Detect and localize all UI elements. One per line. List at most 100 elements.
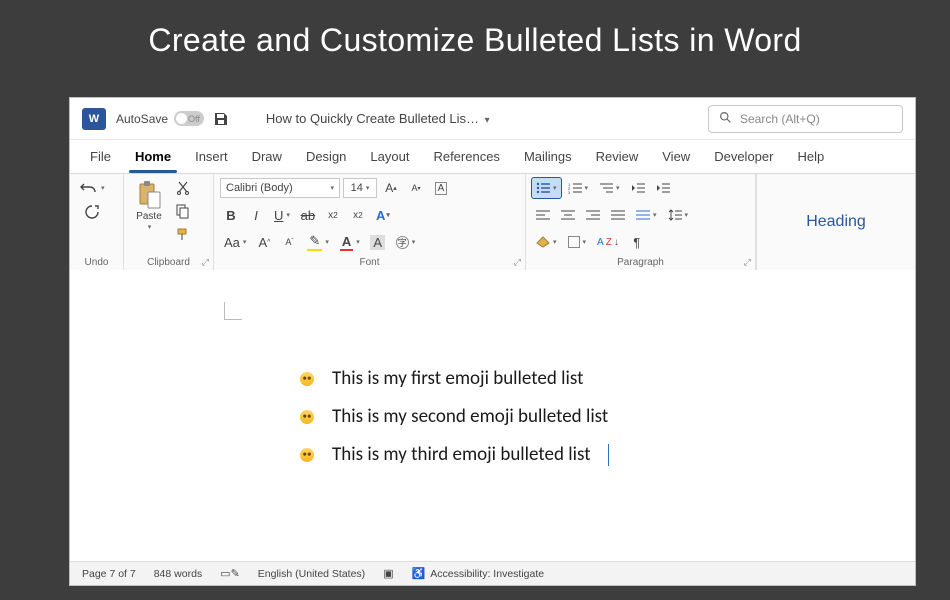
group-undo: ▾ Undo <box>70 174 124 270</box>
text-cursor <box>608 444 609 466</box>
document-canvas[interactable]: •• This is my first emoji bulleted list … <box>70 270 915 561</box>
tab-help[interactable]: Help <box>785 140 836 173</box>
emoji-bullet-icon: •• <box>300 448 314 462</box>
tab-view[interactable]: View <box>650 140 702 173</box>
list-item-text: This is my second emoji bulleted list <box>332 398 608 436</box>
emoji-bullet-icon: •• <box>300 410 314 424</box>
grow-font-button[interactable]: A▴ <box>380 178 402 198</box>
spellcheck-icon: ▭✎ <box>220 567 240 580</box>
search-input[interactable]: Search (Alt+Q) <box>708 105 903 133</box>
tab-insert[interactable]: Insert <box>183 140 240 173</box>
title-bar: W AutoSave Off How to Quickly Create Bul… <box>70 98 915 140</box>
status-accessibility[interactable]: ♿Accessibility: Investigate <box>412 567 545 580</box>
tab-references[interactable]: References <box>421 140 511 173</box>
group-label-paragraph: Paragraph⤢ <box>532 255 749 268</box>
word-window: W AutoSave Off How to Quickly Create Bul… <box>70 98 915 585</box>
numbered-list-button[interactable]: 123▾ <box>564 178 593 198</box>
shrink-font-button[interactable]: A▾ <box>405 178 427 198</box>
group-label-clipboard: Clipboard⤢ <box>130 255 207 268</box>
enclose-characters-button[interactable]: 字▾ <box>392 232 420 252</box>
toggle-switch-icon[interactable] <box>174 111 204 126</box>
search-placeholder: Search (Alt+Q) <box>740 112 820 126</box>
tab-review[interactable]: Review <box>584 140 651 173</box>
align-left-button[interactable] <box>532 205 554 225</box>
italic-button[interactable]: I <box>245 205 267 225</box>
list-item[interactable]: •• This is my first emoji bulleted list <box>300 360 835 398</box>
underline-button[interactable]: U▾ <box>270 205 294 225</box>
tab-design[interactable]: Design <box>294 140 358 173</box>
undo-button[interactable]: ▾ <box>76 178 109 198</box>
format-painter-button[interactable] <box>172 224 194 244</box>
paste-button[interactable]: Paste ▾ <box>130 178 168 231</box>
dialog-launcher-icon[interactable]: ⤢ <box>744 257 751 268</box>
tab-mailings[interactable]: Mailings <box>512 140 584 173</box>
subscript-button[interactable]: x2 <box>322 205 344 225</box>
clear-formatting-button[interactable]: A <box>430 178 452 198</box>
group-font: Calibri (Body)▾ 14▾ A▴ A▾ A B I U▾ ab x2… <box>214 174 526 270</box>
status-bar: Page 7 of 7 848 words ▭✎ English (United… <box>70 561 915 585</box>
autosave-label: AutoSave <box>116 112 168 126</box>
group-label-undo: Undo <box>76 255 117 268</box>
tab-draw[interactable]: Draw <box>240 140 294 173</box>
status-word-count[interactable]: 848 words <box>154 568 202 580</box>
line-spacing-button[interactable]: ▾ <box>664 205 693 225</box>
superscript-button[interactable]: x2 <box>347 205 369 225</box>
tab-developer[interactable]: Developer <box>702 140 785 173</box>
dialog-launcher-icon[interactable]: ⤢ <box>514 257 521 268</box>
distributed-button[interactable]: ▾ <box>632 205 661 225</box>
tab-layout[interactable]: Layout <box>358 140 421 173</box>
list-item[interactable]: •• This is my second emoji bulleted list <box>300 398 835 436</box>
shading-button[interactable]: ▾ <box>532 232 561 252</box>
status-spellcheck[interactable]: ▭✎ <box>220 567 240 580</box>
document-body[interactable]: •• This is my first emoji bulleted list … <box>300 360 835 474</box>
shrink-font-alt-button[interactable]: Aˇ <box>278 232 300 252</box>
tab-file[interactable]: File <box>78 140 123 173</box>
accessibility-icon: ♿ <box>412 567 426 580</box>
redo-button[interactable] <box>81 201 103 221</box>
save-button[interactable] <box>210 109 232 129</box>
decrease-indent-button[interactable] <box>627 178 649 198</box>
bulleted-list-button[interactable]: ▾ <box>532 178 561 198</box>
slide-title: Create and Customize Bulleted Lists in W… <box>0 0 950 75</box>
show-paragraph-marks-button[interactable]: ¶ <box>626 232 648 252</box>
page-corner-marker <box>224 302 242 320</box>
title-dropdown-icon[interactable]: ▾ <box>485 115 490 126</box>
svg-text:3: 3 <box>568 190 571 195</box>
group-label-font: Font⤢ <box>220 255 519 268</box>
cut-button[interactable] <box>172 178 194 198</box>
align-center-button[interactable] <box>557 205 579 225</box>
tab-home[interactable]: Home <box>123 140 183 173</box>
character-shading-button[interactable]: A <box>367 232 389 252</box>
emoji-bullet-icon: •• <box>300 372 314 386</box>
font-color-button[interactable]: A▾ <box>336 232 364 252</box>
styles-gallery[interactable]: Heading <box>756 174 915 270</box>
dialog-launcher-icon[interactable]: ⤢ <box>202 257 209 268</box>
font-name-select[interactable]: Calibri (Body)▾ <box>220 178 340 198</box>
chevron-down-icon: ▾ <box>148 223 152 231</box>
multilevel-list-button[interactable]: ▾ <box>595 178 624 198</box>
sort-button[interactable]: AZ↓ <box>593 232 623 252</box>
highlight-button[interactable]: ✎▾ <box>303 232 332 252</box>
increase-indent-button[interactable] <box>652 178 674 198</box>
status-page[interactable]: Page 7 of 7 <box>82 568 136 580</box>
list-item-text: This is my first emoji bulleted list <box>332 360 583 398</box>
search-icon <box>719 111 732 127</box>
list-item[interactable]: •• This is my third emoji bulleted list <box>300 436 835 474</box>
group-paragraph: ▾ 123▾ ▾ <box>526 174 756 270</box>
bold-button[interactable]: B <box>220 205 242 225</box>
font-size-select[interactable]: 14▾ <box>343 178 377 198</box>
status-language[interactable]: English (United States) <box>258 568 365 580</box>
justify-button[interactable] <box>607 205 629 225</box>
status-macro[interactable]: ▣ <box>383 567 393 580</box>
menu-bar: File Home Insert Draw Design Layout Refe… <box>70 140 915 174</box>
autosave-toggle[interactable]: AutoSave Off <box>116 111 200 126</box>
text-effects-button[interactable]: A▾ <box>372 205 394 225</box>
change-case-button[interactable]: Aa▾ <box>220 232 250 252</box>
borders-button[interactable]: ▾ <box>564 232 591 252</box>
strikethrough-button[interactable]: ab <box>297 205 319 225</box>
align-right-button[interactable] <box>582 205 604 225</box>
macro-icon: ▣ <box>383 567 393 580</box>
grow-font-alt-button[interactable]: A^ <box>253 232 275 252</box>
copy-button[interactable] <box>172 201 194 221</box>
document-title[interactable]: How to Quickly Create Bulleted Lis… ▾ <box>266 111 490 126</box>
